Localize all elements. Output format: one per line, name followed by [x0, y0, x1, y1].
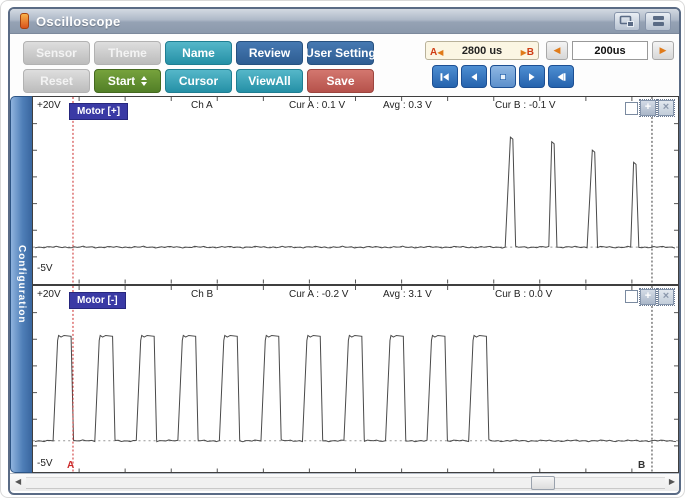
horizontal-scrollbar: ◀ ▶ [10, 473, 679, 491]
skip-end-icon [554, 71, 568, 83]
transport-controls [432, 65, 674, 88]
step-forward-button[interactable] [519, 65, 545, 88]
y-max-label: +20V [37, 100, 61, 111]
name-button-label: Name [182, 46, 215, 60]
timebase-decrease-button[interactable]: ◀ [546, 41, 568, 60]
cursor-button-label: Cursor [179, 74, 218, 88]
timebase-value-box[interactable]: 200us [572, 41, 648, 60]
channel-name-label: Ch B [191, 289, 213, 300]
step-back-icon [467, 71, 481, 83]
start-button-label: Start [108, 74, 135, 88]
stop-icon [496, 71, 510, 83]
stop-button[interactable] [490, 65, 516, 88]
app-icon [20, 13, 29, 29]
average-readout: Avg : 0.3 V [383, 100, 432, 111]
step-forward-icon [525, 71, 539, 83]
channel-title-badge[interactable]: Motor [+] [69, 103, 128, 120]
scroll-right-icon[interactable]: ▶ [669, 478, 675, 486]
timebase-value: 200us [594, 45, 625, 57]
close-icon[interactable]: × [658, 100, 674, 116]
waveform-plot-b[interactable] [33, 286, 678, 473]
panel-checkbox[interactable] [625, 102, 638, 115]
theme-button-label: Theme [108, 46, 147, 60]
scope-panels: +20V Motor [+] Ch A Cur A : 0.1 V Avg : … [32, 96, 679, 473]
user-setting-button-label: User Setting [305, 46, 376, 60]
marker-b-label: B [527, 47, 534, 58]
display-icon [619, 15, 635, 28]
move-icon[interactable]: + [640, 100, 656, 116]
review-button[interactable]: Review [236, 41, 303, 65]
configuration-tab[interactable]: Configuration [10, 96, 32, 473]
scope-panel-b: +20V Motor [-] Ch B Cur A : -0.2 V Avg :… [33, 284, 678, 473]
channel-title-badge[interactable]: Motor [-] [69, 292, 126, 309]
toolbar-button-grid: Sensor Theme Name Review User Setting Re… [23, 41, 374, 93]
reset-button[interactable]: Reset [23, 69, 90, 93]
time-readout-row: A◀ 2800 us ▶B ◀ 200us ▶ [425, 41, 674, 60]
reset-button-label: Reset [40, 74, 73, 88]
viewall-button[interactable]: ViewAll [236, 69, 303, 93]
cursor-b-readout: Cur B : 0.0 V [495, 289, 552, 300]
panel-a-controls: + × [625, 100, 674, 116]
close-icon[interactable]: × [658, 289, 674, 305]
scrollbar-track[interactable] [26, 477, 665, 489]
start-button[interactable]: Start [94, 69, 161, 93]
save-button[interactable]: Save [307, 69, 374, 93]
display-mode-button[interactable] [614, 12, 640, 31]
panel-b-controls: + × [625, 289, 674, 305]
skip-end-button[interactable] [548, 65, 574, 88]
minimize-button[interactable] [645, 12, 671, 31]
y-min-label: -5V [37, 263, 53, 274]
time-controls: A◀ 2800 us ▶B ◀ 200us ▶ [425, 41, 674, 88]
minimize-icon [651, 15, 666, 27]
scroll-left-icon[interactable]: ◀ [15, 478, 21, 486]
timebase-increase-button[interactable]: ▶ [652, 41, 674, 60]
left-arrow-icon: ◀ [554, 45, 561, 56]
move-icon[interactable]: + [640, 289, 656, 305]
cursor-b-marker[interactable]: B [638, 460, 645, 471]
cursor-a-readout: Cur A : -0.2 V [289, 289, 348, 300]
cursor-interval-display: A◀ 2800 us ▶B [425, 41, 539, 60]
scrollbar-thumb[interactable] [531, 476, 555, 490]
spinner-arrows-icon [141, 76, 147, 86]
cursor-a-readout: Cur A : 0.1 V [289, 100, 345, 111]
user-setting-button[interactable]: User Setting [307, 41, 374, 65]
marker-a-arrow-icon: ◀ [437, 48, 443, 57]
configuration-tab-label: Configuration [16, 245, 27, 324]
screenshot-frame: Oscilloscope Sensor Theme Name Review Us… [0, 0, 685, 498]
review-button-label: Review [249, 46, 290, 60]
skip-start-button[interactable] [432, 65, 458, 88]
step-back-button[interactable] [461, 65, 487, 88]
waveform-plot-a[interactable] [33, 97, 678, 284]
chart-area: Configuration +20V Motor [+] Ch A Cur A … [10, 96, 679, 473]
cursor-a-marker[interactable]: A [67, 460, 74, 471]
window-title: Oscilloscope [36, 14, 609, 29]
scope-panel-a: +20V Motor [+] Ch A Cur A : 0.1 V Avg : … [33, 97, 678, 284]
interval-value: 2800 us [462, 45, 502, 57]
save-button-label: Save [326, 74, 354, 88]
sensor-button[interactable]: Sensor [23, 41, 90, 65]
theme-button[interactable]: Theme [94, 41, 161, 65]
panel-checkbox[interactable] [625, 290, 638, 303]
toolbar: Sensor Theme Name Review User Setting Re… [10, 34, 679, 96]
oscilloscope-window: Oscilloscope Sensor Theme Name Review Us… [8, 7, 681, 495]
skip-start-icon [438, 71, 452, 83]
y-max-label: +20V [37, 289, 61, 300]
cursor-b-readout: Cur B : -0.1 V [495, 100, 556, 111]
average-readout: Avg : 3.1 V [383, 289, 432, 300]
sensor-button-label: Sensor [36, 46, 77, 60]
right-arrow-icon: ▶ [660, 45, 667, 56]
channel-name-label: Ch A [191, 100, 213, 111]
name-button[interactable]: Name [165, 41, 232, 65]
y-min-label: -5V [37, 458, 53, 469]
viewall-button-label: ViewAll [248, 74, 290, 88]
title-bar: Oscilloscope [10, 9, 679, 34]
cursor-button[interactable]: Cursor [165, 69, 232, 93]
